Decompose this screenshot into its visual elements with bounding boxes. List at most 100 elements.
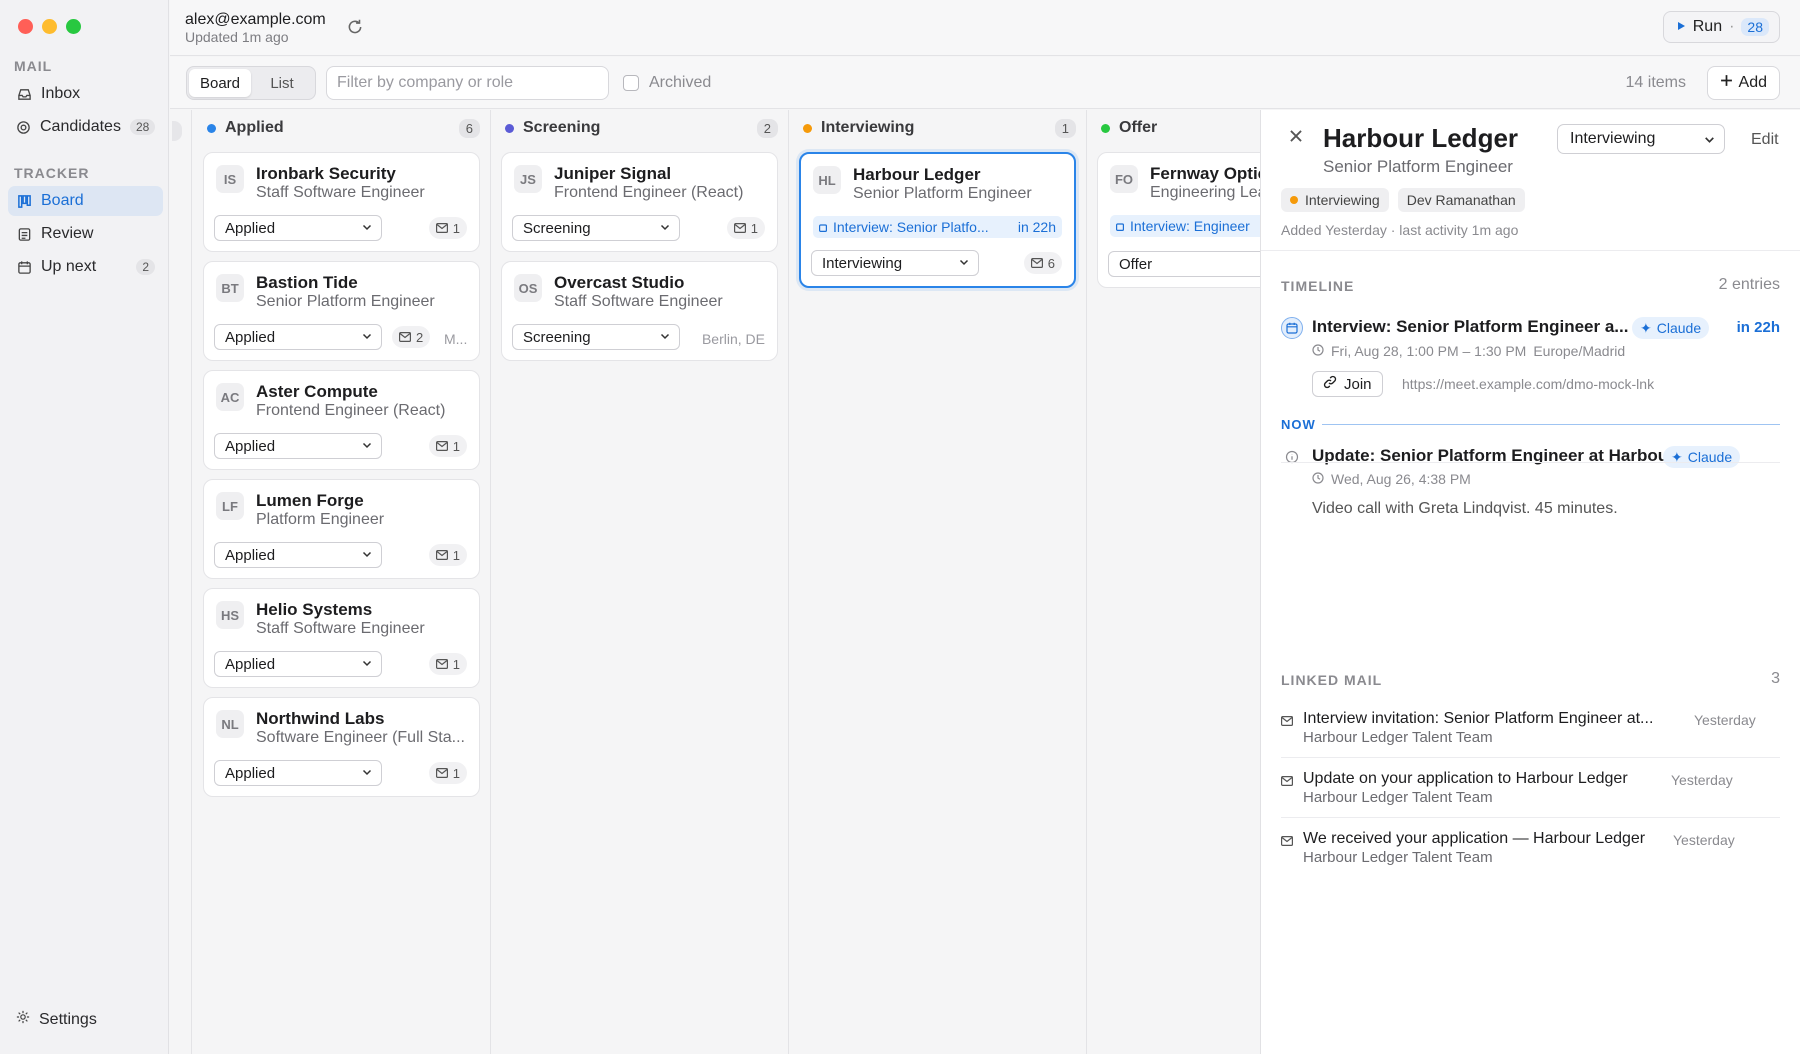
stage-select[interactable]: Applied [214,215,382,241]
divider [1261,250,1800,251]
mail-subject: Update on your application to Harbour Le… [1303,770,1628,787]
upcoming-event[interactable]: Interview: Senior Platfo... in 22h [813,216,1062,238]
now-marker: NOW [1281,416,1780,432]
avatar: NL [216,710,244,738]
kanban-board: Applied 6 IS Ironbark Security Staff Sof… [170,110,1260,1054]
edit-button[interactable]: Edit [1751,131,1779,149]
stage-value: Applied [225,546,276,564]
link-icon [1323,375,1337,393]
sidebar-item-board[interactable]: Board [8,186,163,216]
timeline-heading: TIMELINE [1281,278,1355,294]
sidebar-item-review[interactable]: Review [8,219,163,249]
detail-stage-select[interactable]: Interviewing [1557,124,1725,154]
linked-mail-heading: LINKED MAIL [1281,672,1383,688]
timeline-item-update[interactable]: Update: Senior Platform Engineer at Harb… [1281,444,1780,524]
zoom-window-button[interactable] [66,19,81,34]
candidate-card[interactable]: BT Bastion Tide Senior Platform Engineer… [203,261,480,361]
column-interviewing: Interviewing 1 HL Harbour Ledger Senior … [789,110,1087,1054]
stage-select[interactable]: Screening [512,215,680,241]
candidate-card[interactable]: NL Northwind Labs Software Engineer (Ful… [203,697,480,797]
close-icon[interactable] [1287,127,1305,145]
mail-count: 1 [452,220,460,236]
minimize-window-button[interactable] [42,19,57,34]
avatar: FO [1110,165,1138,193]
stage-select[interactable]: Applied [214,760,382,786]
mail-date: Yesterday [1671,772,1733,788]
mail-row[interactable]: We received your application — Harbour L… [1281,826,1780,878]
stage-select[interactable]: Screening [512,324,680,350]
upcoming-event[interactable]: Interview: Engineer [1110,215,1260,237]
stage-value: Interviewing [1570,130,1656,147]
timeline-time: Wed, Aug 26, 4:38 PM [1331,471,1471,487]
stage-select[interactable]: Applied [214,651,382,677]
view-board-tab[interactable]: Board [189,69,251,97]
card-role: Staff Software Engineer [256,620,425,637]
column-title: Offer [1119,119,1158,136]
candidate-card[interactable]: LF Lumen Forge Platform Engineer Applied… [203,479,480,579]
sidebar-item-label: Review [41,225,94,242]
candidate-card[interactable]: AC Aster Compute Frontend Engineer (Reac… [203,370,480,470]
sidebar-section-tracker: TRACKER [14,165,90,181]
timeline-item-interview[interactable]: Interview: Senior Platform Engineer a...… [1281,315,1780,405]
envelope-icon [435,657,448,672]
candidate-card[interactable]: OS Overcast Studio Staff Software Engine… [501,261,778,361]
mail-count-pill: 1 [428,762,467,784]
column-header: Applied 6 [193,110,490,146]
card-role: Frontend Engineer (React) [554,184,744,201]
candidate-card[interactable]: IS Ironbark Security Staff Software Engi… [203,152,480,252]
archived-toggle[interactable]: Archived [623,74,711,92]
archived-label: Archived [649,74,712,91]
view-list-tab[interactable]: List [251,69,313,97]
card-company: Helio Systems [256,600,373,619]
close-window-button[interactable] [18,19,33,34]
review-icon [16,226,32,242]
sidebar-item-settings[interactable]: Settings [8,1010,97,1029]
stage-value: Applied [225,764,276,782]
sidebar-item-up-next[interactable]: Up next 2 [8,252,163,282]
filter-input[interactable] [326,66,609,100]
account-email: alex@example.com [185,11,326,28]
calendar-icon [1281,317,1303,339]
mail-row[interactable]: Update on your application to Harbour Le… [1281,766,1780,818]
sidebar-item-label: Candidates [40,118,121,135]
avatar: BT [216,274,244,302]
now-label: NOW [1281,416,1316,432]
claude-badge: ✦ Claude [1663,446,1741,468]
contact-tag[interactable]: Dev Ramanathan [1397,188,1525,212]
join-meeting-button[interactable]: Join [1312,371,1383,397]
avatar: LF [216,492,244,520]
run-button[interactable]: Run · 28 [1662,11,1780,43]
column-offer: Offer FO Fernway Optic Engineering Lea I… [1087,110,1260,1054]
mail-row[interactable]: Interview invitation: Senior Platform En… [1281,706,1780,758]
candidate-card[interactable]: FO Fernway Optic Engineering Lea Intervi… [1097,152,1260,288]
clock-icon [1312,343,1324,359]
sidebar-item-inbox[interactable]: Inbox [8,79,163,109]
envelope-icon [435,439,448,454]
refresh-icon[interactable] [346,18,364,36]
meeting-link[interactable]: https://meet.example.com/dmo-mock-lnk [1402,376,1654,392]
contact-tag-label: Dev Ramanathan [1406,192,1516,208]
card-location: Berlin, DE [701,331,765,347]
stage-select[interactable]: Applied [214,324,382,350]
stage-select[interactable]: Applied [214,433,382,459]
stage-select[interactable]: Applied [214,542,382,568]
candidate-card-selected[interactable]: HL Harbour Ledger Senior Platform Engine… [799,152,1076,288]
stage-select[interactable]: Interviewing [811,250,979,276]
card-extra: M... [444,331,468,347]
stage-value: Applied [225,655,276,673]
mail-date: Yesterday [1673,832,1735,848]
previous-column-stub [170,110,192,1054]
archived-checkbox[interactable] [623,75,639,91]
chevron-down-icon [362,333,372,340]
stage-value: Applied [225,328,276,346]
card-company: Overcast Studio [554,273,685,292]
card-company: Ironbark Security [256,164,396,183]
candidate-card[interactable]: HS Helio Systems Staff Software Engineer… [203,588,480,688]
envelope-icon [435,548,448,563]
add-button[interactable]: Add [1706,66,1780,100]
sidebar-item-candidates[interactable]: Candidates 28 [8,112,163,142]
candidate-card[interactable]: JS Juniper Signal Frontend Engineer (Rea… [501,152,778,252]
card-company: Bastion Tide [256,273,358,292]
stage-select[interactable]: Offer [1108,251,1260,277]
run-count-badge: 28 [1741,18,1769,36]
